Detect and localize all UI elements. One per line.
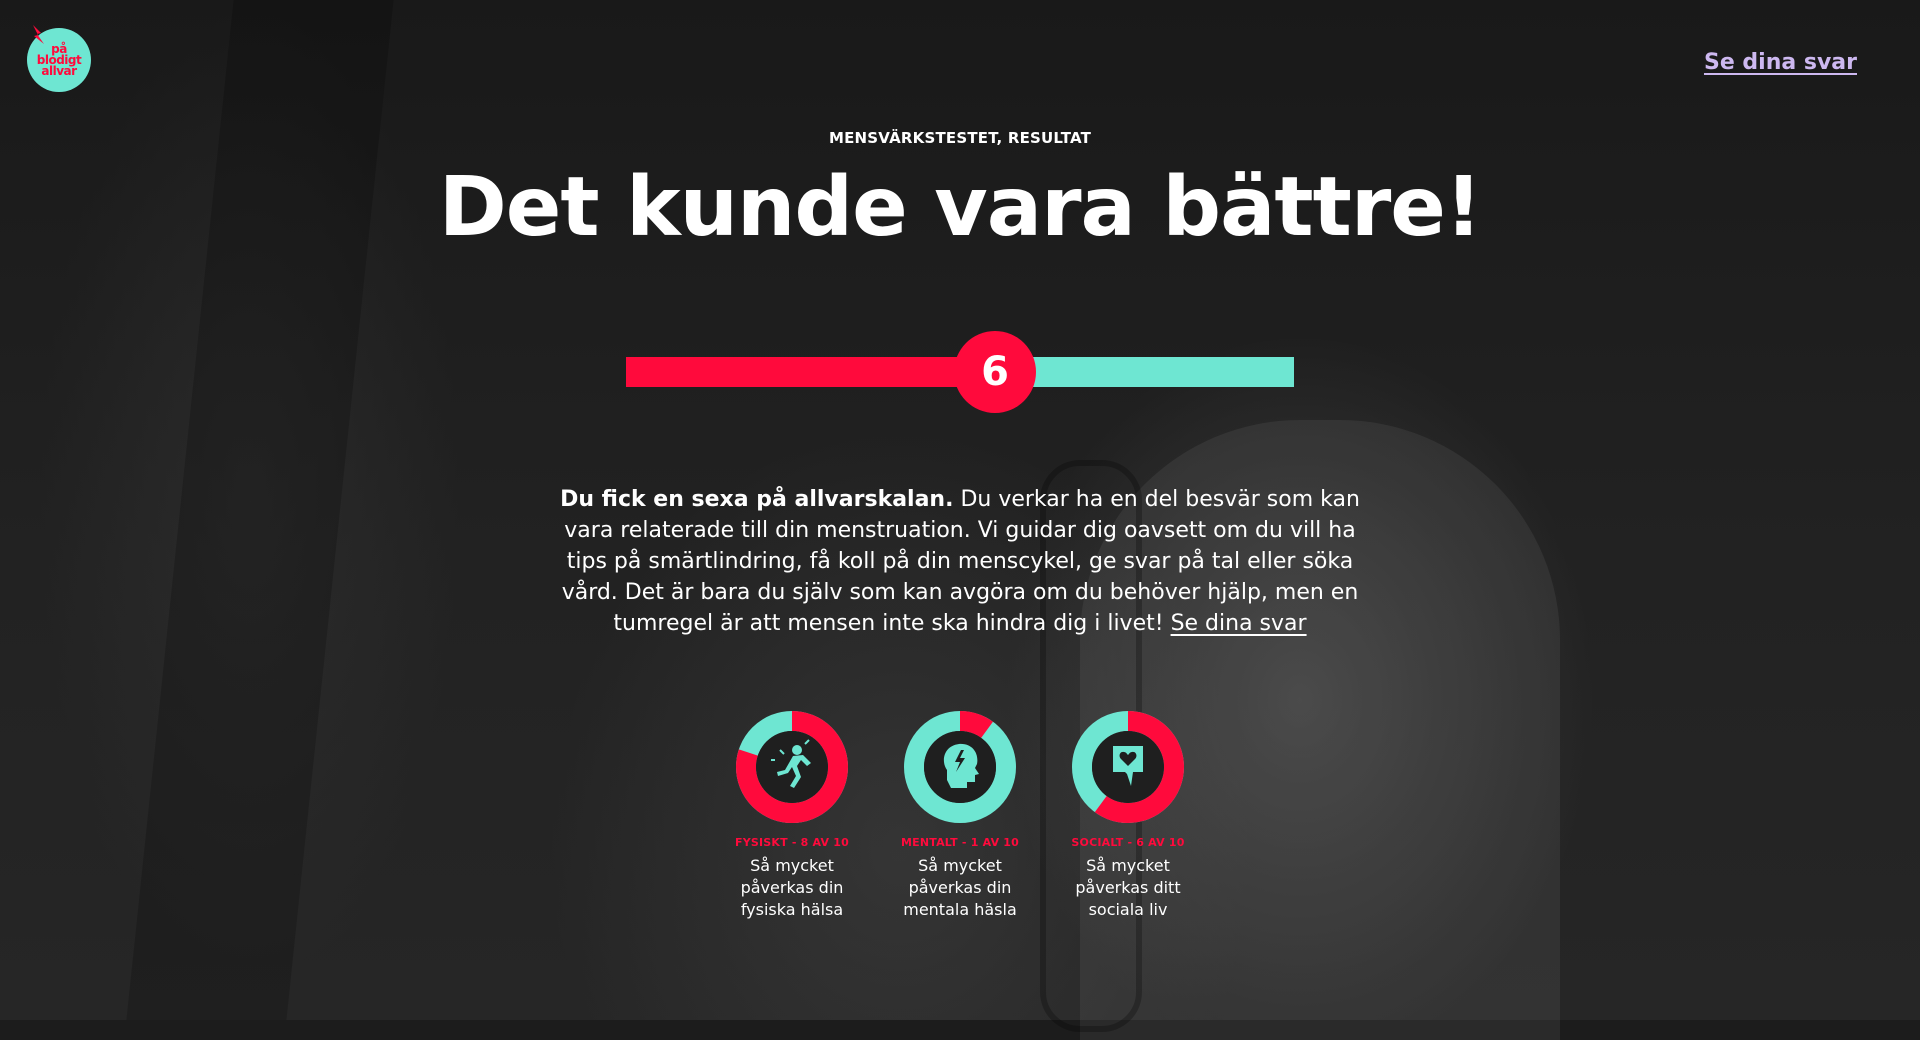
category-line: påverkas din xyxy=(740,878,844,897)
category-line: påverkas din xyxy=(908,878,1012,897)
category-line: mentala häsla xyxy=(903,900,1017,919)
scale-score-badge: 6 xyxy=(954,331,1036,413)
site-logo[interactable]: på blodigt allvar xyxy=(27,25,91,92)
category-line: Så mycket xyxy=(750,856,834,875)
category-card-physical: FYSISKT - 8 AV 10 Så mycket påverkas din… xyxy=(717,710,867,921)
category-line: Så mycket xyxy=(1086,856,1170,875)
social-donut-chart xyxy=(1072,711,1184,823)
category-title: SOCIALT - 6 AV 10 xyxy=(1071,836,1185,849)
result-summary: Du fick en sexa på allvarskalan. xyxy=(560,487,954,512)
scale-bar-filled xyxy=(626,357,958,387)
logo-line-3: allvar xyxy=(41,63,77,78)
scale-bar-remaining xyxy=(1032,357,1294,387)
category-description: Så mycket påverkas din mentala häsla xyxy=(885,855,1035,921)
page-title: Det kunde vara bättre! xyxy=(438,160,1483,255)
category-line: Så mycket xyxy=(918,856,1002,875)
see-answers-link[interactable]: Se dina svar xyxy=(1704,50,1857,75)
category-line: påverkas ditt xyxy=(1075,878,1181,897)
lightning-bolt-icon xyxy=(33,25,44,44)
mental-donut-chart xyxy=(904,711,1016,823)
category-title: FYSISKT - 8 AV 10 xyxy=(735,836,849,849)
physical-donut-chart xyxy=(736,711,848,823)
page-eyebrow: MENSVÄRKSTESTET, RESULTAT xyxy=(828,129,1092,147)
severity-scale: 6 xyxy=(626,331,1294,413)
see-answers-inline-link[interactable]: Se dina svar xyxy=(1171,611,1307,636)
category-line: fysiska hälsa xyxy=(740,900,844,919)
category-line: sociala liv xyxy=(1088,900,1168,919)
result-description: Du fick en sexa på allvarskalan. Du verk… xyxy=(560,484,1360,639)
category-card-social: SOCIALT - 6 AV 10 Så mycket påverkas dit… xyxy=(1053,710,1203,921)
category-title: MENTALT - 1 AV 10 xyxy=(900,836,1020,849)
category-description: Så mycket påverkas din fysiska hälsa xyxy=(717,855,867,921)
category-card-mental: MENTALT - 1 AV 10 Så mycket påverkas din… xyxy=(885,710,1035,921)
head-lightning-icon xyxy=(943,743,979,788)
category-description: Så mycket påverkas ditt sociala liv xyxy=(1053,855,1203,921)
